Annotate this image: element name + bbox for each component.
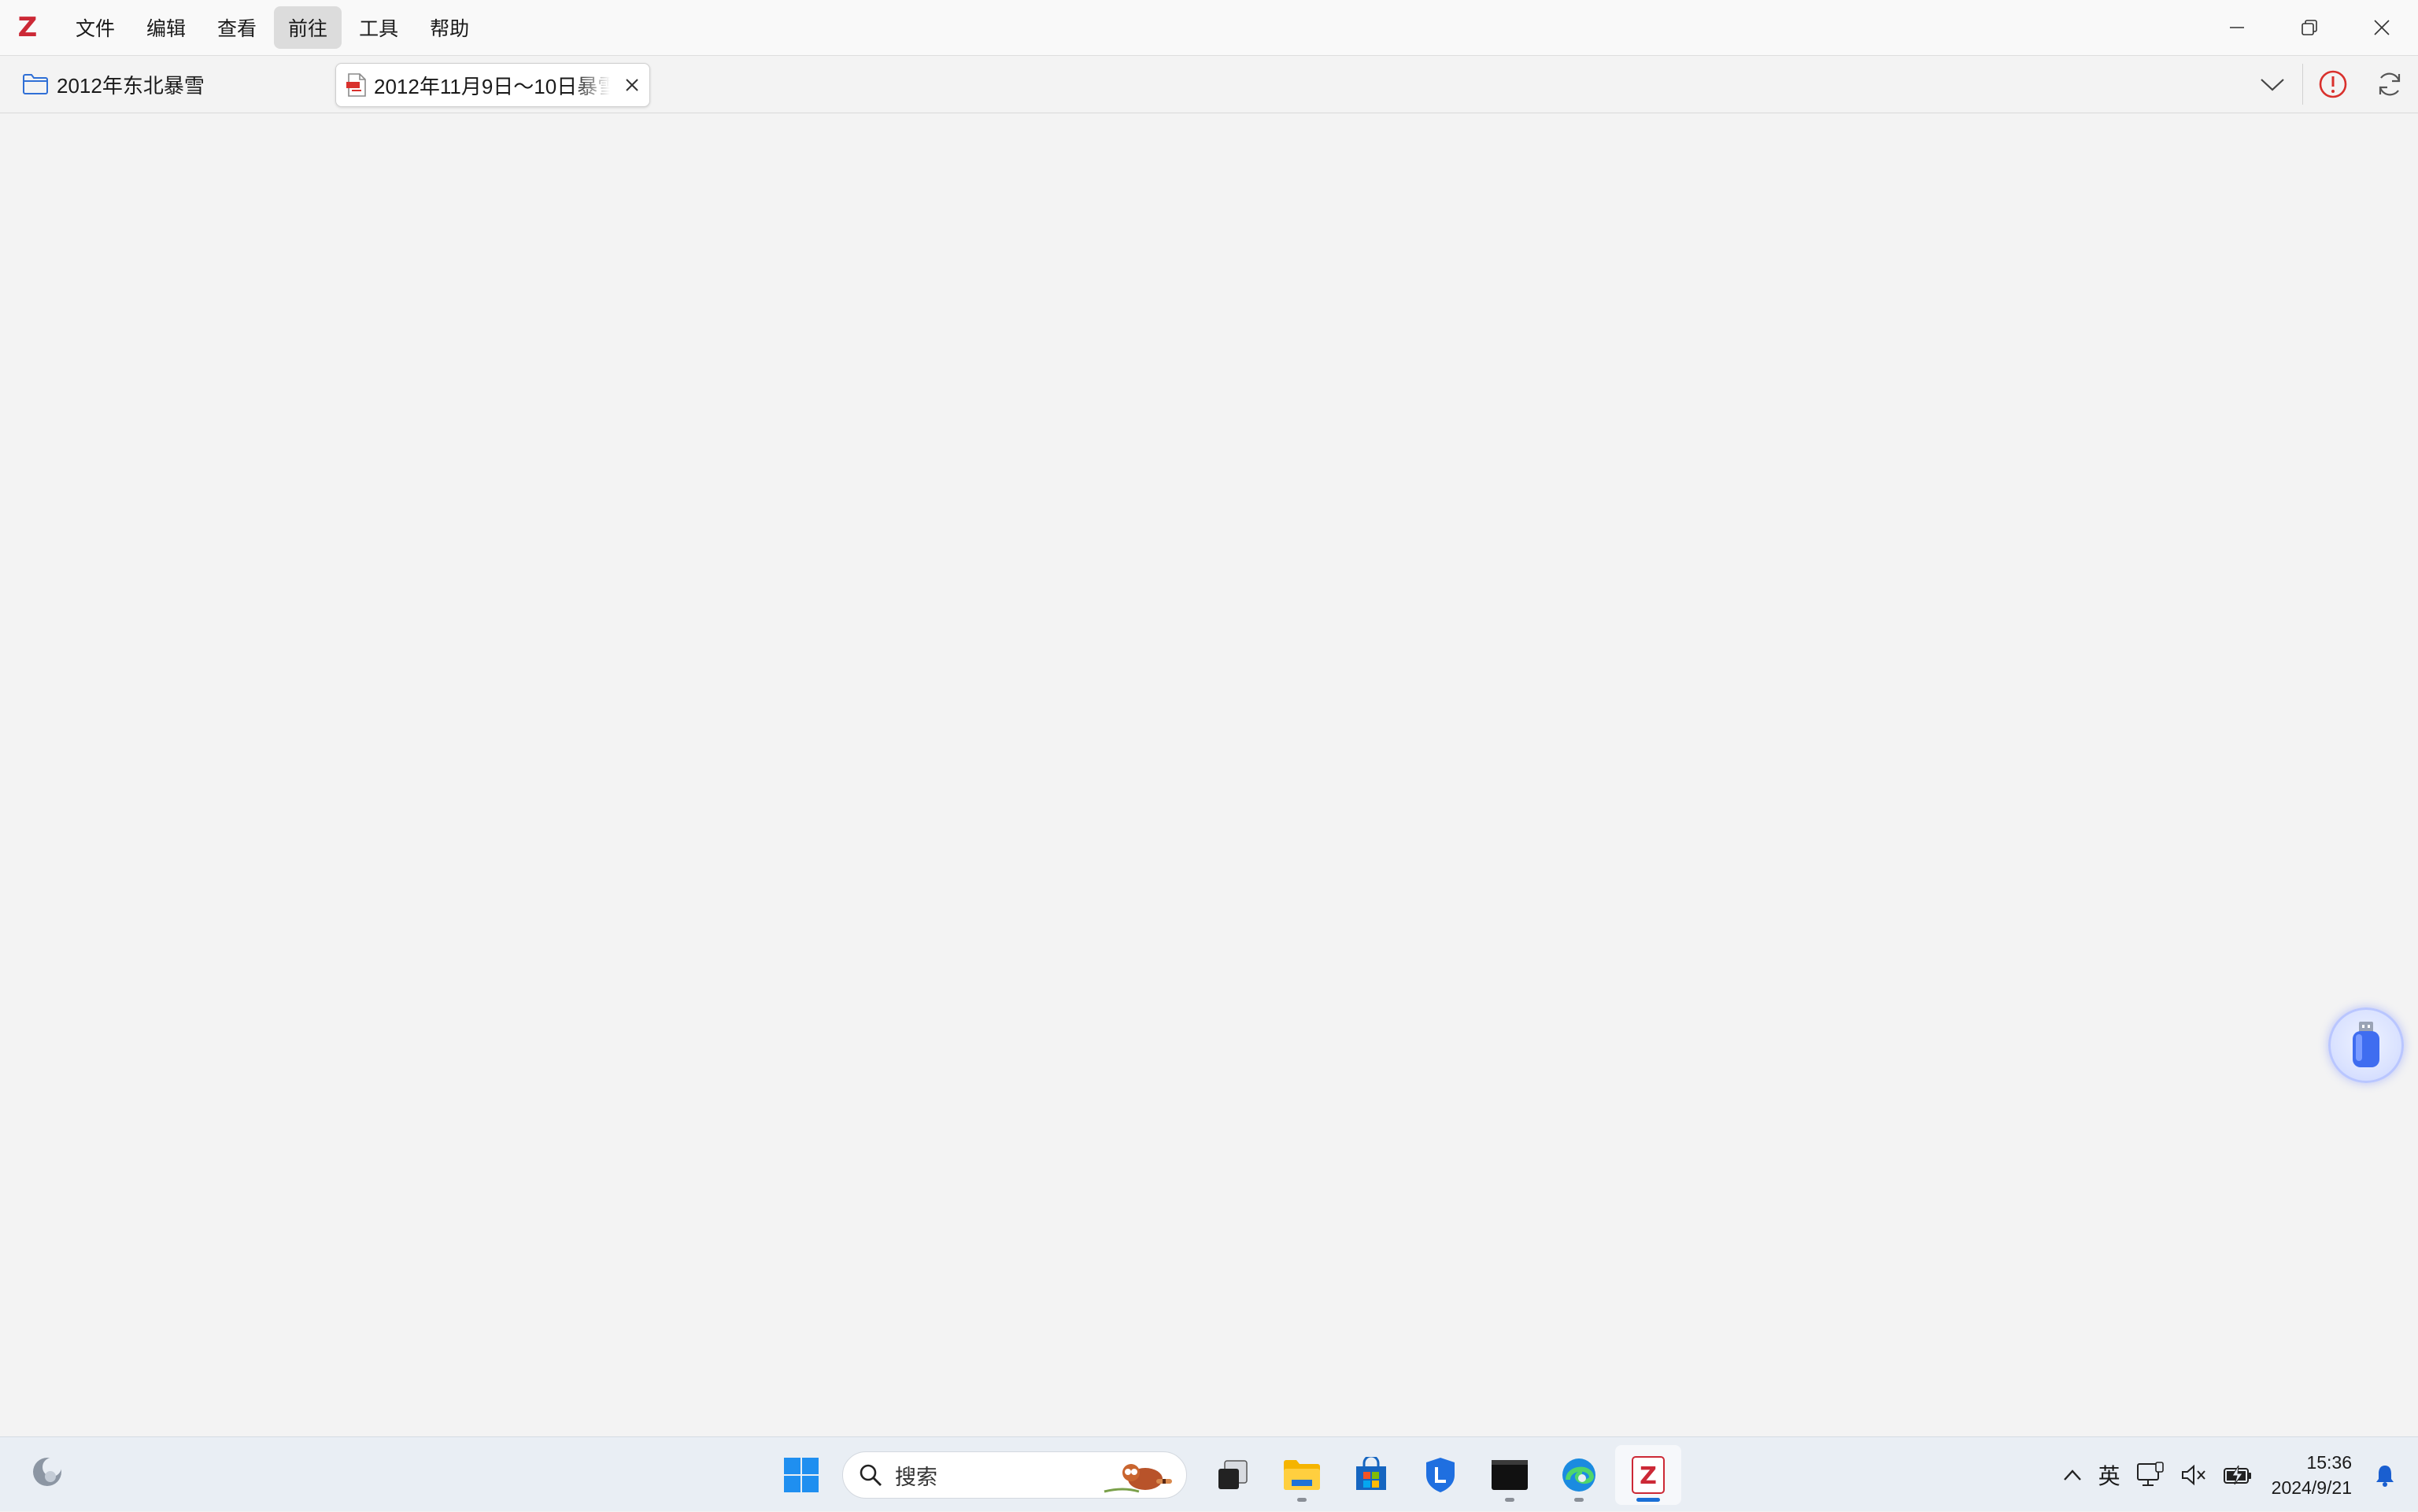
svg-text:Z: Z [1640,1462,1657,1490]
menu-help[interactable]: 帮助 [416,6,483,49]
menu-bar: 文件 编辑 查看 前往 工具 帮助 [61,0,486,55]
taskbar-edge-browser[interactable] [1546,1445,1612,1505]
network-button[interactable] [2128,1451,2172,1499]
tab-list-dropdown-button[interactable] [2244,56,2301,113]
zotero-logo-icon[interactable]: Z [0,0,55,55]
main-content-area [0,114,2418,1436]
task-view-icon [1218,1460,1248,1489]
window-controls [2201,0,2418,55]
active-indicator [1636,1498,1660,1502]
minimize-button[interactable] [2201,0,2273,55]
taskbar-apps: 搜索 Z [767,1445,1683,1505]
show-hidden-icons-button[interactable] [2054,1451,2091,1499]
menu-tools[interactable]: 工具 [345,6,412,49]
edge-browser-icon [1562,1458,1595,1492]
weather-widget-icon [33,1458,61,1486]
title-bar: Z 文件 编辑 查看 前往 工具 帮助 [0,0,2418,55]
shield-icon [1426,1458,1455,1492]
notification-button[interactable] [2366,1451,2418,1499]
zotero-logo-letter: Z [17,12,38,43]
taskbar-microsoft-store[interactable] [1338,1445,1404,1505]
battery-button[interactable] [2215,1451,2261,1499]
running-indicator [1297,1498,1307,1502]
tab-library[interactable]: 2012年东北暴雪 [22,56,205,113]
tab-bar: 2012年东北暴雪 2012年11月9日～10日暴雪 [0,55,2418,113]
menu-go[interactable]: 前往 [274,6,342,49]
network-icon [2136,1461,2164,1486]
running-indicator [1505,1498,1514,1502]
menu-edit[interactable]: 编辑 [132,6,200,49]
taskbar-terminal[interactable] [1477,1445,1543,1505]
tab-document[interactable]: 2012年11月9日～10日暴雪 [335,63,650,107]
volume-button[interactable] [2172,1451,2215,1499]
search-icon [860,1464,882,1486]
battery-charging-icon [2223,1465,2251,1484]
close-icon [626,79,638,91]
sync-icon [2379,72,2401,96]
chevron-down-icon [2261,79,2284,91]
usb-drive-icon [2353,1022,2379,1067]
folder-icon [1284,1460,1320,1490]
bell-icon [2376,1465,2394,1487]
terminal-icon [1492,1460,1528,1490]
sync-button[interactable] [2361,56,2418,113]
system-tray: 英 15:36 2024/9/21 [2054,1437,2418,1512]
menu-file[interactable]: 文件 [61,6,129,49]
taskbar-zotero[interactable]: Z [1615,1445,1681,1505]
restore-icon [2302,20,2317,35]
zotero-app-icon: Z [1632,1456,1665,1494]
taskbar-search-box[interactable]: 搜索 [842,1451,1187,1499]
clock[interactable]: 15:36 2024/9/21 [2261,1450,2366,1500]
minimize-icon [2230,27,2244,28]
volume-muted-icon [2181,1464,2205,1485]
tab-close-button[interactable] [624,77,640,93]
tab-library-label: 2012年东北暴雪 [57,73,205,98]
running-indicator [1574,1498,1584,1502]
taskbar: 搜索 Z 英 15:36 2024/9/21 [0,1436,2418,1511]
start-button[interactable] [768,1445,834,1505]
restore-button[interactable] [2273,0,2346,55]
sync-error-icon [2319,70,2347,98]
input-method-indicator[interactable]: 英 [2091,1451,2128,1499]
search-placeholder: 搜索 [895,1465,937,1489]
chevron-up-icon [2063,1469,2081,1481]
close-icon [2374,20,2390,35]
folder-icon [23,74,48,94]
pdf-icon [346,73,366,97]
clock-time: 15:36 [2306,1451,2352,1473]
taskbar-file-explorer[interactable] [1269,1445,1335,1505]
widgets-button[interactable] [28,1453,66,1495]
tab-document-label: 2012年11月9日～10日暴雪 [374,74,610,98]
taskbar-lenovo-app[interactable] [1407,1445,1473,1505]
clock-date: 2024/9/21 [2271,1477,2352,1498]
red-panda-icon [1104,1464,1172,1493]
sync-error-button[interactable] [2305,56,2361,113]
menu-view[interactable]: 查看 [203,6,271,49]
floating-assistant-button[interactable] [2328,1007,2404,1083]
taskbar-task-view[interactable] [1200,1445,1266,1505]
close-window-button[interactable] [2346,0,2418,55]
toolbar-divider [2302,64,2303,105]
tab-bar-actions [2244,56,2418,113]
windows-start-icon [784,1458,819,1492]
store-icon [1356,1457,1386,1490]
